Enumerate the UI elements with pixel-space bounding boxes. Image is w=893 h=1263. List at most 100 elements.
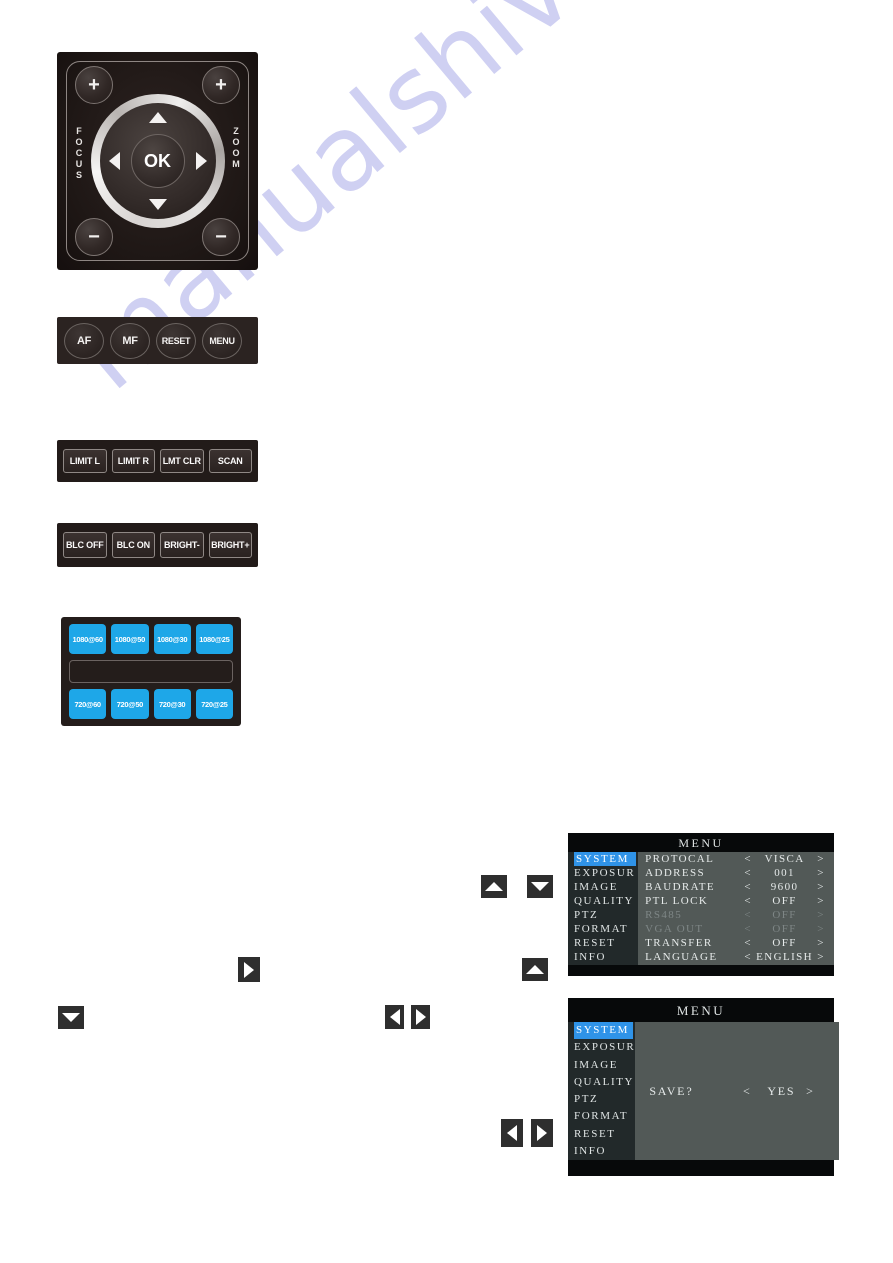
osd-row-ptl-lock-prev-icon[interactable]: < [740, 895, 756, 907]
reset-button[interactable]: RESET [156, 322, 196, 359]
left-arrow-icon[interactable] [501, 1119, 523, 1147]
osd-row-baudrate-prev-icon[interactable]: < [740, 881, 756, 893]
bright-plus-label: BRIGHT+ [211, 540, 250, 550]
dial-down-arrow-icon[interactable] [148, 199, 167, 210]
down-arrow-icon[interactable] [58, 1006, 84, 1029]
osd-row-transfer[interactable]: TRANSFER < OFF > [638, 937, 834, 951]
osd-row-baudrate-next-icon[interactable]: > [813, 881, 829, 893]
osd-row-protocal[interactable]: PROTOCAL < VISCA > [638, 852, 834, 866]
osd-save-item-quality[interactable]: QUALITY [574, 1074, 635, 1091]
osd-row-protocal-next-icon[interactable]: > [813, 853, 829, 865]
bright-minus-label: BRIGHT- [163, 540, 200, 550]
left-arrow-icon[interactable] [385, 1005, 404, 1029]
osd-main-item-ptz[interactable]: PTZ [574, 909, 638, 923]
limit-left-button[interactable]: LIMIT L [63, 449, 107, 473]
limit-right-button[interactable]: LIMIT R [111, 449, 155, 473]
osd-row-rs485-next-icon: > [817, 909, 825, 922]
osd-main-item-format[interactable]: FORMAT [574, 923, 638, 937]
blc-off-button[interactable]: BLC OFF [63, 532, 107, 558]
osd-row-ptl-lock[interactable]: PTL LOCK < OFF > [638, 894, 834, 908]
down-arrow-icon[interactable] [527, 875, 553, 898]
osd-row-transfer-prev-icon[interactable]: < [740, 938, 756, 949]
dial-right-arrow-icon[interactable] [195, 152, 207, 170]
osd-row-baudrate[interactable]: BAUDRATE < 9600 > [638, 880, 834, 894]
bright-minus-button[interactable]: BRIGHT- [160, 532, 204, 558]
osd-row-protocal-prev-icon[interactable]: < [740, 853, 756, 865]
limit-button-panel: LIMIT L LIMIT R LMT CLR SCAN [57, 440, 258, 482]
right-arrow-icon[interactable] [411, 1005, 430, 1029]
up-arrow-icon[interactable] [481, 875, 507, 898]
osd-row-vga-out-next-icon: > [817, 923, 825, 936]
right-arrow-icon[interactable] [531, 1119, 553, 1147]
resolution-key-720-25[interactable]: 720@25 [195, 689, 233, 719]
osd-row-address-next-icon[interactable]: > [813, 867, 829, 879]
osd-main-item-reset[interactable]: RESET [574, 937, 638, 951]
resolution-key-720-30[interactable]: 720@30 [153, 689, 191, 719]
menu-button[interactable]: MENU [202, 322, 242, 359]
down-triangle-glyph [62, 1013, 80, 1022]
focus-letter-s: S [75, 170, 82, 180]
af-button[interactable]: AF [64, 322, 104, 359]
focus-plus-label: + [88, 74, 100, 96]
osd-row-ptl-lock-next-icon[interactable]: > [813, 895, 829, 907]
bright-plus-button[interactable]: BRIGHT+ [208, 532, 252, 558]
osd-row-baudrate-label: BAUDRATE [645, 880, 716, 893]
navigation-dial-inner[interactable]: OK [99, 103, 216, 219]
osd-row-address-prev-icon[interactable]: < [740, 867, 756, 879]
scan-button[interactable]: SCAN [208, 449, 252, 473]
resolution-key-720-60[interactable]: 720@60 [69, 689, 107, 719]
zoom-plus-button[interactable]: + [202, 66, 240, 104]
osd-save-item-info[interactable]: INFO [574, 1143, 635, 1160]
resolution-key-1080-60[interactable]: 1080@60 [69, 624, 107, 654]
navigation-dial[interactable]: OK [90, 94, 225, 228]
osd-row-language-next-icon[interactable]: > [813, 952, 829, 963]
osd-row-language-label: LANGUAGE [645, 951, 718, 964]
osd-main-item-exposure[interactable]: EXPOSUR [574, 866, 638, 880]
osd-row-vga-out-value: OFF [772, 923, 797, 936]
osd-main-item-quality[interactable]: QUALITY [574, 894, 638, 908]
osd-row-language-prev-icon[interactable]: < [740, 952, 756, 963]
resolution-key-1080-50[interactable]: 1080@50 [111, 624, 149, 654]
ok-button[interactable]: OK [130, 134, 185, 188]
up-arrow-icon[interactable] [522, 958, 548, 981]
resolution-key-720-50[interactable]: 720@50 [111, 689, 149, 719]
osd-main-item-info[interactable]: INFO [574, 951, 638, 965]
osd-row-protocal-label: PROTOCAL [645, 852, 715, 865]
osd-main-item-image[interactable]: IMAGE [574, 880, 638, 894]
osd-main-item-system[interactable]: SYSTEM [574, 852, 637, 867]
resolution-key-1080-60-label: 1080@60 [72, 634, 104, 644]
osd-save-prompt-value: YES [767, 1083, 796, 1098]
zoom-minus-button[interactable]: − [202, 218, 240, 256]
focus-plus-button[interactable]: + [75, 66, 113, 104]
dial-left-arrow-icon[interactable] [108, 152, 120, 170]
function-button-panel: AF MF RESET MENU [57, 317, 258, 364]
osd-save-item-reset[interactable]: RESET [574, 1126, 635, 1143]
osd-save-item-image[interactable]: IMAGE [574, 1057, 635, 1074]
right-arrow-icon[interactable] [238, 957, 260, 982]
focus-minus-button[interactable]: − [75, 218, 113, 256]
osd-row-language[interactable]: LANGUAGE < ENGLISH > [638, 951, 834, 965]
osd-save-dialog: MENU SYSTEM EXPOSUR IMAGE QUALITY PTZ FO… [568, 998, 840, 1176]
osd-save-item-system[interactable]: SYSTEM [574, 1022, 634, 1040]
osd-row-transfer-next-icon[interactable]: > [813, 938, 829, 949]
limit-right-label: LIMIT R [117, 456, 149, 466]
osd-save-prompt-row[interactable]: SAVE? < YES > [635, 1084, 839, 1099]
osd-save-item-exposure[interactable]: EXPOSUR [574, 1039, 635, 1056]
resolution-key-1080-25[interactable]: 1080@25 [195, 624, 233, 654]
osd-row-address[interactable]: ADDRESS < 001 > [638, 866, 834, 880]
resolution-keypad-panel: 1080@60 1080@50 1080@30 1080@25 720@60 7… [61, 617, 241, 726]
osd-save-item-format[interactable]: FORMAT [574, 1108, 635, 1125]
dial-up-arrow-icon[interactable] [148, 112, 167, 123]
focus-letter-f: F [76, 126, 82, 136]
limit-clear-button[interactable]: LMT CLR [160, 449, 204, 473]
osd-row-transfer-value: OFF [772, 937, 797, 950]
osd-row-rs485-prev-icon: < [744, 909, 752, 922]
mf-button[interactable]: MF [110, 322, 150, 359]
blc-on-button[interactable]: BLC ON [111, 532, 155, 558]
resolution-key-1080-30[interactable]: 1080@30 [153, 624, 191, 654]
osd-save-item-ptz[interactable]: PTZ [574, 1091, 635, 1108]
limit-left-label: LIMIT L [69, 456, 100, 466]
osd-save-prev-icon[interactable]: < [727, 1084, 767, 1099]
osd-save-next-icon[interactable]: > [795, 1084, 825, 1099]
osd-row-address-label: ADDRESS [645, 866, 706, 879]
